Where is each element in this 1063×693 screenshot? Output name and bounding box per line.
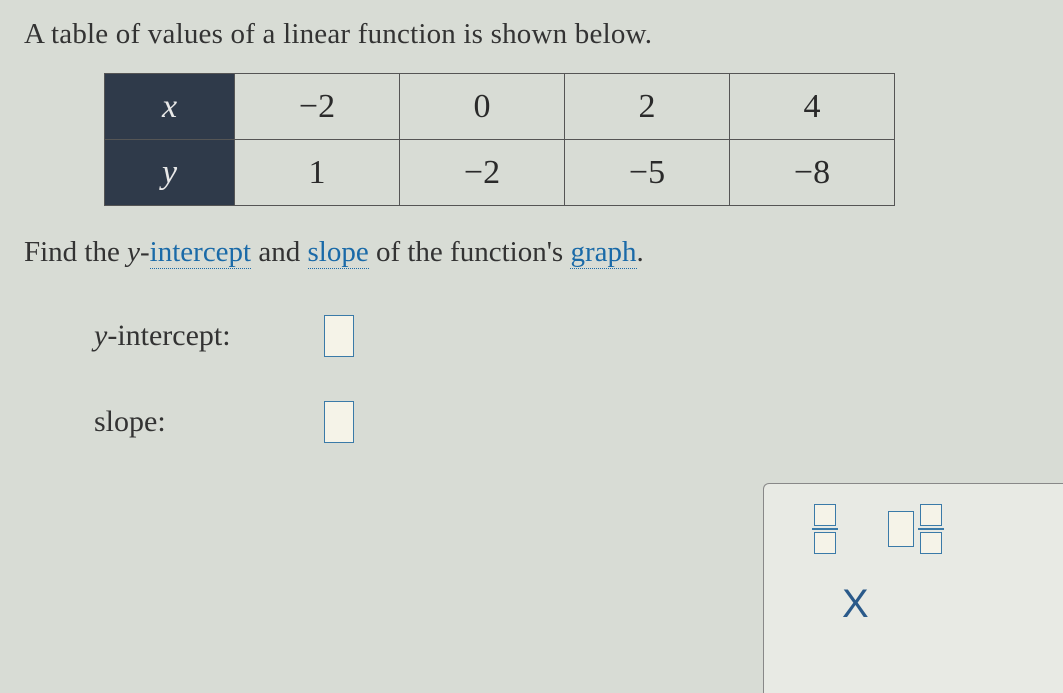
term-slope[interactable]: slope [308, 236, 369, 269]
term-graph[interactable]: graph [570, 236, 636, 269]
y-intercept-row: y-intercept: [94, 315, 1039, 357]
question-mid1: and [251, 236, 307, 268]
y-intercept-label: y-intercept: [94, 319, 324, 353]
values-table: x −2 0 2 4 y 1 −2 −5 −8 [104, 73, 895, 206]
table-cell: −2 [235, 74, 400, 140]
fraction-denominator-icon [814, 532, 836, 554]
table-cell: −5 [565, 140, 730, 206]
y-intercept-label-rest: -intercept: [107, 319, 230, 352]
slope-row: slope: [94, 401, 1039, 443]
mixed-fraction-icon [918, 504, 944, 554]
term-intercept[interactable]: intercept [150, 236, 251, 269]
palette-row-1 [782, 504, 1045, 554]
problem-prompt: A table of values of a linear function i… [24, 18, 1039, 51]
answers-block: y-intercept: slope: [94, 315, 1039, 443]
mixed-whole-icon [888, 511, 914, 547]
question-text: Find the y-intercept and slope of the fu… [24, 236, 1039, 269]
table-cell: −8 [730, 140, 895, 206]
table-row: x −2 0 2 4 [105, 74, 895, 140]
row-header-x: x [105, 74, 235, 140]
table-cell: −2 [400, 140, 565, 206]
table-cell: 2 [565, 74, 730, 140]
mixed-numerator-icon [920, 504, 942, 526]
table-cell: 4 [730, 74, 895, 140]
question-y-italic: y [127, 236, 140, 268]
slope-label: slope: [94, 405, 324, 439]
fraction-numerator-icon [814, 504, 836, 526]
question-mid2: of the function's [369, 236, 571, 268]
fraction-line-icon [812, 528, 838, 530]
slope-input[interactable] [324, 401, 354, 443]
question-suffix: . [637, 236, 644, 268]
mixed-denominator-icon [920, 532, 942, 554]
table-cell: 1 [235, 140, 400, 206]
mixed-line-icon [918, 528, 944, 530]
fraction-button[interactable] [812, 504, 838, 554]
y-intercept-label-y: y [94, 319, 107, 352]
question-prefix: Find the [24, 236, 127, 268]
reset-button[interactable]: X [812, 584, 869, 624]
row-header-y: y [105, 140, 235, 206]
mixed-number-button[interactable] [888, 504, 944, 554]
input-palette: X [763, 483, 1063, 693]
table-cell: 0 [400, 74, 565, 140]
question-dash: - [140, 236, 150, 268]
palette-row-2: X [782, 584, 1045, 624]
values-table-wrap: x −2 0 2 4 y 1 −2 −5 −8 [104, 73, 1039, 206]
table-row: y 1 −2 −5 −8 [105, 140, 895, 206]
y-intercept-input[interactable] [324, 315, 354, 357]
